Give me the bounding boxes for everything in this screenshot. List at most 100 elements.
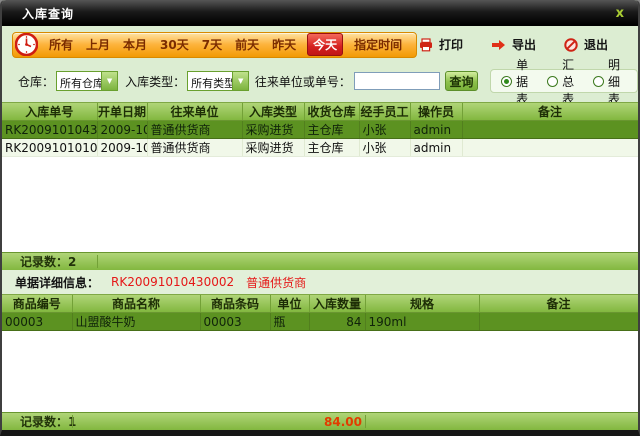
- column-header[interactable]: 入库单号: [2, 103, 97, 121]
- filter-yesterday[interactable]: 昨天: [270, 34, 298, 55]
- printer-icon: [419, 38, 433, 52]
- filter-day-before-yesterday[interactable]: 前天: [233, 34, 261, 55]
- radio-label: 单据表: [516, 56, 535, 107]
- action-buttons: 打印 导出: [419, 36, 628, 53]
- column-header[interactable]: 操作员: [410, 103, 462, 121]
- column-header[interactable]: 经手员工: [359, 103, 410, 121]
- filter-30-days[interactable]: 30天: [158, 34, 191, 55]
- table-cell: 普通供货商: [147, 139, 242, 157]
- column-header[interactable]: 往来单位: [147, 103, 242, 121]
- query-button[interactable]: 查询: [445, 71, 478, 91]
- table-cell: 主仓库: [304, 139, 359, 157]
- column-header[interactable]: 备注: [462, 103, 638, 121]
- orders-record-count-bar: 记录数：2: [2, 252, 638, 270]
- table-row[interactable]: RK20091010100001 2009-10-10 普通供货商 采购进货 主…: [2, 139, 638, 157]
- filter-this-month[interactable]: 本月: [121, 34, 149, 55]
- orders-grid-empty-area: [2, 157, 638, 252]
- radio-label: 明细表: [608, 56, 627, 107]
- app-window: 入库查询 x 所有 上: [0, 0, 640, 436]
- column-header[interactable]: 收货仓库: [304, 103, 359, 121]
- close-icon[interactable]: x: [612, 6, 628, 21]
- print-label: 打印: [439, 36, 463, 53]
- table-cell: 瓶: [270, 313, 309, 331]
- column-header[interactable]: 规格: [365, 295, 479, 313]
- entry-type-label: 入库类型：: [125, 73, 185, 90]
- detail-order-number: RK20091010430002: [111, 275, 234, 289]
- exit-label: 退出: [584, 36, 608, 53]
- filter-last-month[interactable]: 上月: [84, 34, 112, 55]
- footer-divider: [365, 415, 366, 428]
- column-header[interactable]: 单位: [270, 295, 309, 313]
- toolbar: 所有 上月 本月 30天 7天 前天 昨天 今天 指定时间: [2, 26, 638, 58]
- table-cell: 2009-10-10: [97, 121, 147, 139]
- orders-table: 入库单号 开单日期 往来单位 入库类型 收货仓库 经手员工 操作员 备注 RK2…: [2, 103, 638, 157]
- table-cell: 2009-10-10: [97, 139, 147, 157]
- filter-7-days[interactable]: 7天: [200, 34, 224, 55]
- table-cell: RK20091010430002: [2, 121, 97, 139]
- warehouse-selected-value: 所有仓库: [57, 72, 101, 90]
- search-input[interactable]: [354, 72, 440, 90]
- table-cell: 00003: [200, 313, 270, 331]
- column-header[interactable]: 入库数量: [309, 295, 365, 313]
- search-label: 往来单位或单号：: [255, 73, 351, 90]
- filter-date-range[interactable]: 指定时间: [352, 34, 404, 55]
- column-header[interactable]: 备注: [479, 295, 638, 313]
- entry-type-selected-value: 所有类型: [188, 72, 232, 90]
- radio-detail-report[interactable]: 明细表: [593, 56, 627, 107]
- radio-unchecked-icon: [547, 76, 558, 87]
- column-header[interactable]: 开单日期: [97, 103, 147, 121]
- radio-label: 汇总表: [562, 56, 581, 107]
- exit-icon: [564, 38, 578, 52]
- table-cell: 190ml: [365, 313, 479, 331]
- entry-type-select[interactable]: 所有类型 ▼: [187, 71, 249, 91]
- detail-label: 单据详细信息：: [15, 274, 99, 291]
- column-header[interactable]: 商品名称: [72, 295, 200, 313]
- table-cell: admin: [410, 121, 462, 139]
- export-arrow-icon: [491, 39, 506, 51]
- items-record-count-bar: 记录数：1 84.00: [2, 412, 638, 430]
- warehouse-label: 仓库：: [18, 73, 54, 90]
- filter-row: 仓库： 所有仓库 ▼ 入库类型： 所有类型 ▼ 往来单位或单号： 查询 单据表: [2, 69, 638, 93]
- orders-grid: 入库单号 开单日期 往来单位 入库类型 收货仓库 经手员工 操作员 备注 RK2…: [2, 102, 638, 270]
- table-cell: [462, 121, 638, 139]
- items-table: 商品编号 商品名称 商品条码 单位 入库数量 规格 备注 00003 山盟酸牛奶…: [2, 295, 638, 331]
- column-header[interactable]: 商品编号: [2, 295, 72, 313]
- report-mode-group: 单据表 汇总表 明细表: [490, 69, 638, 93]
- table-cell: 00003: [2, 313, 72, 331]
- filter-all[interactable]: 所有: [47, 34, 75, 55]
- radio-document-report[interactable]: 单据表: [501, 56, 535, 107]
- window-title: 入库查询: [22, 5, 74, 22]
- footer-divider: [97, 255, 98, 268]
- clock-icon: [15, 33, 38, 56]
- radio-summary-report[interactable]: 汇总表: [547, 56, 581, 107]
- table-row-selected[interactable]: 00003 山盟酸牛奶 00003 瓶 84 190ml: [2, 313, 638, 331]
- column-header[interactable]: 入库类型: [242, 103, 304, 121]
- orders-record-count: 记录数：2: [2, 253, 76, 270]
- table-cell: 主仓库: [304, 121, 359, 139]
- table-cell-quantity: 84: [309, 313, 365, 331]
- table-cell: admin: [410, 139, 462, 157]
- window-content: 所有 上月 本月 30天 7天 前天 昨天 今天 指定时间: [2, 26, 638, 430]
- print-button[interactable]: 打印: [419, 36, 463, 53]
- column-header[interactable]: 商品条码: [200, 295, 270, 313]
- orders-header-row: 入库单号 开单日期 往来单位 入库类型 收货仓库 经手员工 操作员 备注: [2, 103, 638, 121]
- table-cell: 小张: [359, 139, 410, 157]
- table-cell: [462, 139, 638, 157]
- exit-button[interactable]: 退出: [564, 36, 608, 53]
- filter-today[interactable]: 今天: [307, 33, 343, 56]
- radio-unchecked-icon: [593, 76, 604, 87]
- title-bar: 入库查询 x: [2, 0, 638, 26]
- warehouse-select[interactable]: 所有仓库 ▼: [56, 71, 118, 91]
- detail-info-row: 单据详细信息： RK20091010430002 普通供货商: [2, 270, 638, 294]
- radio-checked-icon: [501, 76, 512, 87]
- items-grid: 商品编号 商品名称 商品条码 单位 入库数量 规格 备注 00003 山盟酸牛奶…: [2, 294, 638, 430]
- table-cell: RK20091010100001: [2, 139, 97, 157]
- items-grid-empty-area: [2, 331, 638, 412]
- items-header-row: 商品编号 商品名称 商品条码 单位 入库数量 规格 备注: [2, 295, 638, 313]
- table-row-selected[interactable]: RK20091010430002 2009-10-10 普通供货商 采购进货 主…: [2, 121, 638, 139]
- export-label: 导出: [512, 36, 536, 53]
- date-filter-bar: 所有 上月 本月 30天 7天 前天 昨天 今天 指定时间: [12, 32, 417, 58]
- export-button[interactable]: 导出: [491, 36, 536, 53]
- table-cell: 采购进货: [242, 121, 304, 139]
- quantity-total: 84.00: [2, 415, 365, 429]
